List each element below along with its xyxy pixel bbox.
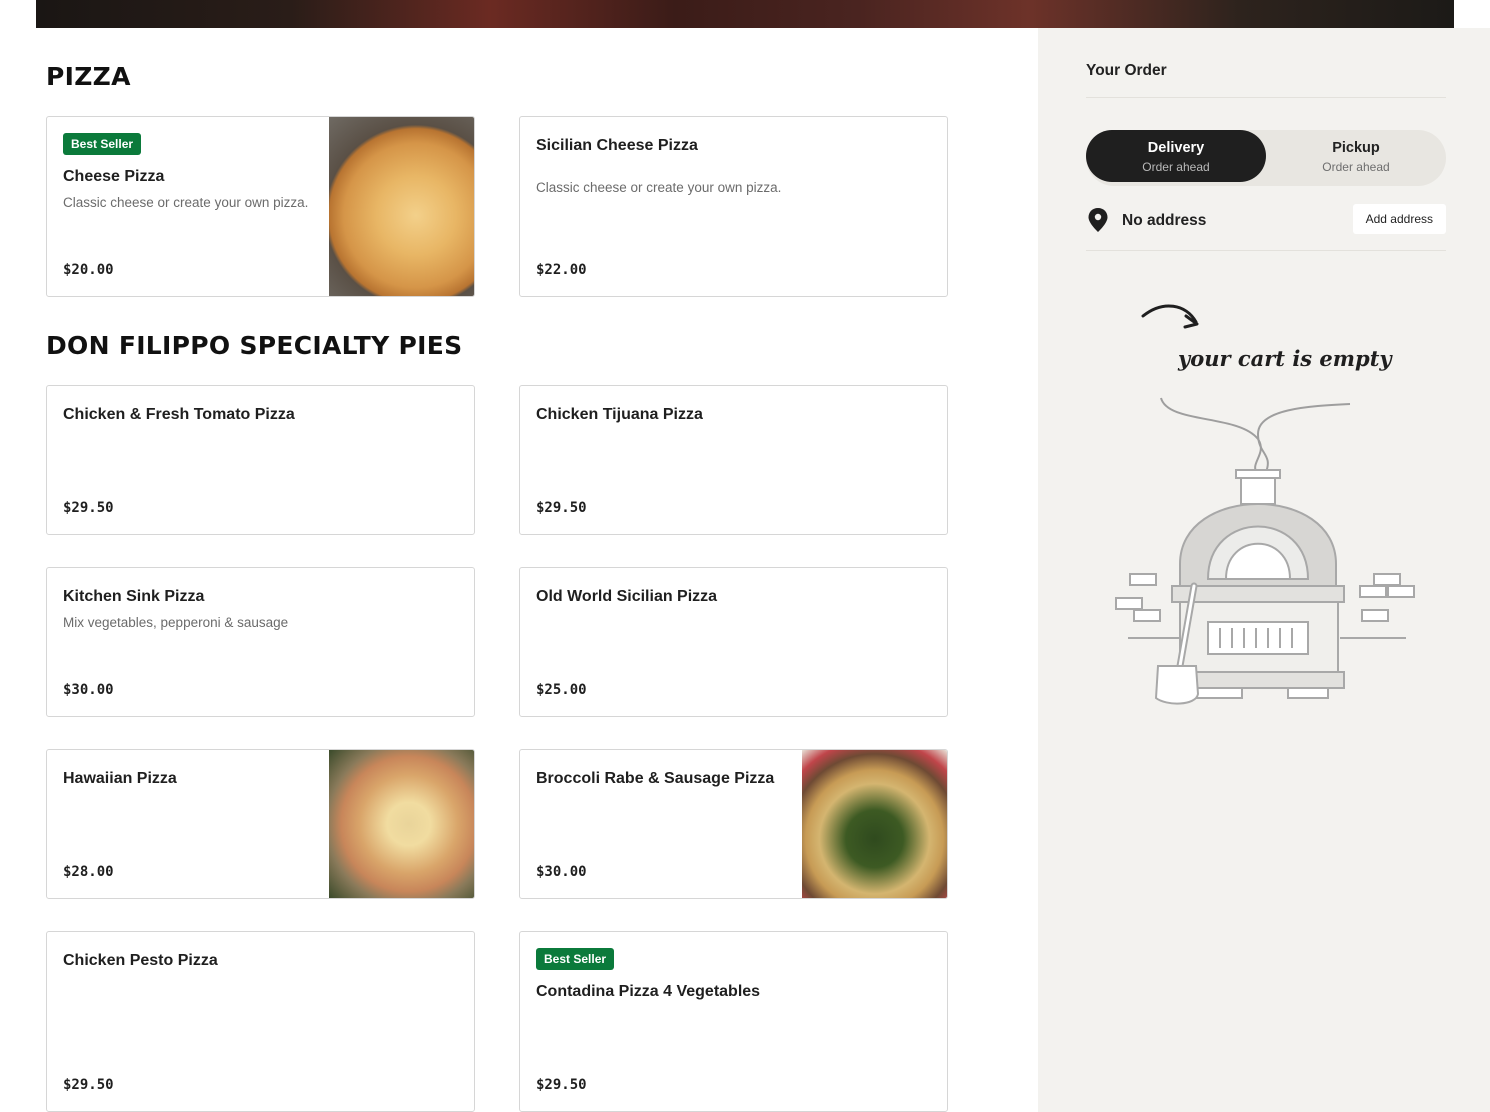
best-seller-badge: Best Seller bbox=[63, 133, 142, 155]
empty-cart-text: your cart is empty bbox=[1177, 346, 1393, 371]
item-price: $25.00 bbox=[536, 682, 587, 698]
item-name: Hawaiian Pizza bbox=[63, 770, 177, 787]
item-name: Cheese Pizza bbox=[63, 168, 165, 185]
menu-item-card[interactable]: Best Seller Contadina Pizza 4 Vegetables… bbox=[519, 931, 948, 1112]
no-address-text: No address bbox=[1122, 212, 1207, 229]
item-name: Chicken Pesto Pizza bbox=[63, 952, 218, 969]
hero-banner-image bbox=[36, 0, 1454, 28]
item-price: $22.00 bbox=[536, 262, 587, 278]
menu-item-card[interactable]: Chicken Pesto Pizza $29.50 bbox=[46, 931, 475, 1112]
delivery-option[interactable]: Delivery Order ahead bbox=[1086, 130, 1266, 182]
delivery-sublabel: Order ahead bbox=[1142, 160, 1210, 174]
item-name: Contadina Pizza 4 Vegetables bbox=[536, 983, 761, 1000]
item-name: Broccoli Rabe & Sausage Pizza bbox=[536, 770, 775, 787]
menu-item-card[interactable]: Best Seller Cheese Pizza Classic cheese … bbox=[46, 116, 475, 297]
pickup-sublabel: Order ahead bbox=[1322, 160, 1390, 174]
section-title-pizza: PIZZA bbox=[46, 62, 131, 91]
item-name: Chicken & Fresh Tomato Pizza bbox=[63, 406, 295, 423]
item-price: $28.00 bbox=[63, 864, 114, 880]
item-price: $20.00 bbox=[63, 262, 114, 278]
item-name: Chicken Tijuana Pizza bbox=[536, 406, 703, 423]
item-price: $29.50 bbox=[63, 500, 114, 516]
item-name: Old World Sicilian Pizza bbox=[536, 588, 718, 605]
item-description: Classic cheese or create your own pizza. bbox=[63, 195, 309, 210]
hawaiian-pizza-photo bbox=[329, 750, 474, 898]
item-price: $30.00 bbox=[63, 682, 114, 698]
item-description: Mix vegetables, pepperoni & sausage bbox=[63, 615, 289, 630]
address-row: No address Add address bbox=[1086, 204, 1446, 236]
menu-item-card[interactable]: Kitchen Sink Pizza Mix vegetables, peppe… bbox=[46, 567, 475, 717]
item-price: $29.50 bbox=[536, 1077, 587, 1093]
section-title-specialty-pies: DON FILIPPO SPECIALTY PIES bbox=[46, 331, 463, 360]
delivery-label: Delivery bbox=[1147, 140, 1205, 156]
menu-item-card[interactable]: Chicken Tijuana Pizza $29.50 bbox=[519, 385, 948, 535]
menu-item-card[interactable]: Old World Sicilian Pizza $25.00 bbox=[519, 567, 948, 717]
delivery-pickup-toggle: Delivery Order ahead Pickup Order ahead bbox=[1086, 130, 1446, 186]
menu-item-card[interactable]: Sicilian Cheese Pizza Classic cheese or … bbox=[519, 116, 948, 297]
pickup-label: Pickup bbox=[1332, 140, 1380, 156]
broccoli-rabe-pizza-photo bbox=[802, 750, 947, 898]
add-address-button[interactable]: Add address bbox=[1352, 204, 1446, 234]
empty-cart-oven-illustration: your cart is empty bbox=[1115, 304, 1415, 705]
item-price: $29.50 bbox=[536, 500, 587, 516]
menu-item-card[interactable]: Broccoli Rabe & Sausage Pizza $30.00 bbox=[519, 749, 948, 899]
location-pin-icon bbox=[1088, 208, 1108, 232]
menu-item-card[interactable]: Hawaiian Pizza $28.00 bbox=[46, 749, 475, 899]
cheese-pizza-photo bbox=[329, 117, 474, 296]
divider bbox=[1086, 250, 1446, 251]
item-description: Classic cheese or create your own pizza. bbox=[536, 180, 782, 195]
item-name: Sicilian Cheese Pizza bbox=[536, 137, 698, 154]
item-price: $30.00 bbox=[536, 864, 587, 880]
your-order-title: Your Order bbox=[1086, 62, 1167, 79]
divider bbox=[1086, 97, 1446, 98]
pickup-option[interactable]: Pickup Order ahead bbox=[1266, 130, 1446, 182]
best-seller-badge: Best Seller bbox=[536, 948, 615, 970]
order-sidebar: Your Order Delivery Order ahead Pickup O… bbox=[1038, 28, 1490, 1112]
item-name: Kitchen Sink Pizza bbox=[63, 588, 205, 605]
item-price: $29.50 bbox=[63, 1077, 114, 1093]
menu-item-card[interactable]: Chicken & Fresh Tomato Pizza $29.50 bbox=[46, 385, 475, 535]
